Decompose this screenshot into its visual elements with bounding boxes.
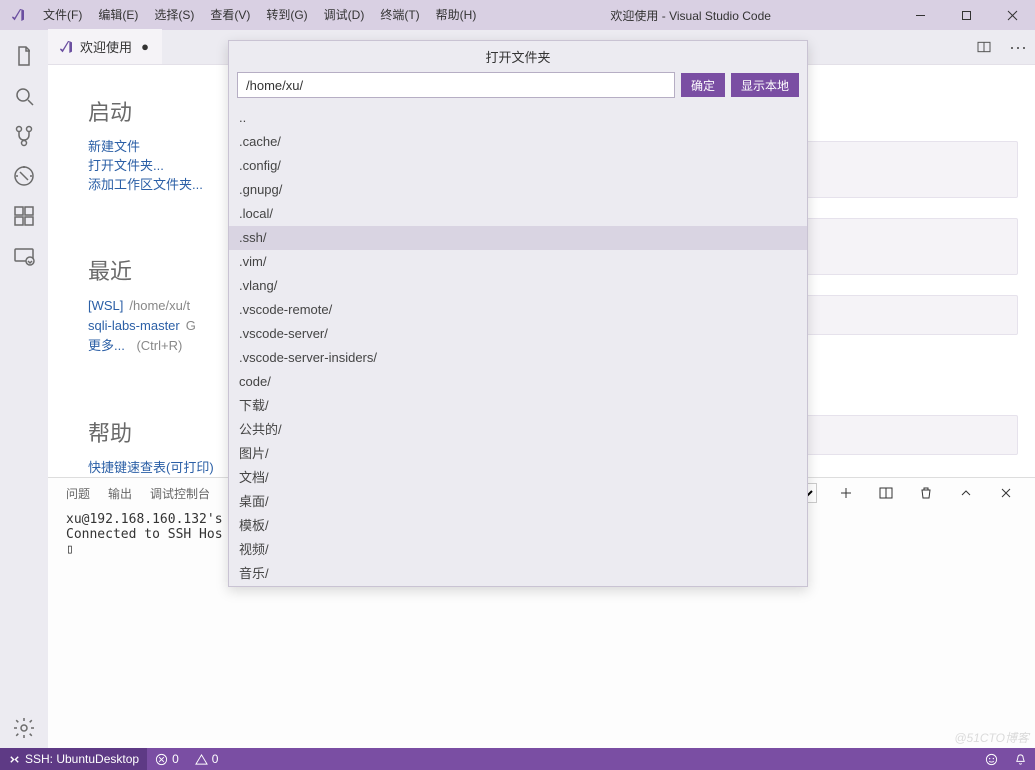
- panel-tab-debug-console[interactable]: 调试控制台: [150, 485, 210, 502]
- search-icon[interactable]: [0, 76, 48, 116]
- menu-go[interactable]: 转到(G): [258, 0, 315, 30]
- confirm-button[interactable]: 确定: [681, 73, 725, 97]
- open-folder-dialog: 打开文件夹 确定 显示本地 ...cache/.config/.gnupg/.l…: [228, 40, 808, 587]
- remote-indicator[interactable]: SSH: UbuntuDesktop: [0, 748, 147, 770]
- folder-item[interactable]: 下载/: [229, 394, 807, 418]
- tab-label: 欢迎使用: [80, 37, 132, 56]
- kill-terminal-icon[interactable]: [915, 482, 937, 504]
- source-control-icon[interactable]: [0, 116, 48, 156]
- folder-item[interactable]: 视频/: [229, 538, 807, 562]
- folder-item[interactable]: .vim/: [229, 250, 807, 274]
- panel-tab-output[interactable]: 输出: [108, 485, 132, 502]
- folder-item[interactable]: code/: [229, 370, 807, 394]
- folder-item[interactable]: .cache/: [229, 130, 807, 154]
- explorer-icon[interactable]: [0, 36, 48, 76]
- menu-help[interactable]: 帮助(H): [428, 0, 485, 30]
- folder-item[interactable]: .gnupg/: [229, 178, 807, 202]
- status-warnings[interactable]: 0: [187, 748, 227, 770]
- menu-view[interactable]: 查看(V): [202, 0, 258, 30]
- folder-item[interactable]: 模板/: [229, 514, 807, 538]
- editor-more-icon[interactable]: ···: [1001, 30, 1035, 64]
- tab-dirty-icon[interactable]: ●: [138, 40, 152, 54]
- split-terminal-icon[interactable]: [875, 482, 897, 504]
- folder-item[interactable]: .vscode-server/: [229, 322, 807, 346]
- panel-tab-problems[interactable]: 问题: [66, 485, 90, 502]
- show-local-button[interactable]: 显示本地: [731, 73, 799, 97]
- status-feedback-icon[interactable]: [977, 748, 1006, 770]
- folder-item[interactable]: 音乐/: [229, 562, 807, 586]
- folder-item[interactable]: .local/: [229, 202, 807, 226]
- folder-item[interactable]: 桌面/: [229, 490, 807, 514]
- activity-bar: [0, 30, 48, 748]
- window-maximize-button[interactable]: [943, 0, 989, 30]
- new-terminal-icon[interactable]: [835, 482, 857, 504]
- menu-file[interactable]: 文件(F): [35, 0, 90, 30]
- tab-welcome[interactable]: 欢迎使用 ●: [48, 29, 162, 64]
- window-close-button[interactable]: [989, 0, 1035, 30]
- menu-terminal[interactable]: 终端(T): [372, 0, 427, 30]
- menu-select[interactable]: 选择(S): [146, 0, 202, 30]
- folder-item[interactable]: ..: [229, 106, 807, 130]
- dialog-title: 打开文件夹: [229, 41, 807, 72]
- panel-maximize-icon[interactable]: [955, 482, 977, 504]
- recent-hint: (Ctrl+R): [136, 338, 182, 353]
- folder-path-input[interactable]: [237, 72, 675, 98]
- folder-item[interactable]: 图片/: [229, 442, 807, 466]
- folder-item[interactable]: .vscode-remote/: [229, 298, 807, 322]
- settings-gear-icon[interactable]: [0, 708, 48, 748]
- vscode-logo: [0, 7, 35, 23]
- status-bell-icon[interactable]: [1006, 748, 1035, 770]
- debug-icon[interactable]: [0, 156, 48, 196]
- status-bar: SSH: UbuntuDesktop 0 0: [0, 748, 1035, 770]
- status-errors[interactable]: 0: [147, 748, 187, 770]
- remote-explorer-icon[interactable]: [0, 236, 48, 276]
- watermark: @51CTO博客: [954, 729, 1029, 746]
- split-editor-icon[interactable]: [967, 30, 1001, 64]
- panel-close-icon[interactable]: [995, 482, 1017, 504]
- title-bar: 文件(F) 编辑(E) 选择(S) 查看(V) 转到(G) 调试(D) 终端(T…: [0, 0, 1035, 30]
- vscode-tab-icon: [58, 39, 74, 55]
- folder-item[interactable]: 公共的/: [229, 418, 807, 442]
- window-minimize-button[interactable]: [897, 0, 943, 30]
- folder-item[interactable]: 文档/: [229, 466, 807, 490]
- recent-more-link[interactable]: 更多...: [88, 338, 125, 353]
- folder-list: ...cache/.config/.gnupg/.local/.ssh/.vim…: [229, 106, 807, 586]
- menu-edit[interactable]: 编辑(E): [90, 0, 146, 30]
- menu-debug[interactable]: 调试(D): [316, 0, 373, 30]
- window-title: 欢迎使用 - Visual Studio Code: [484, 7, 897, 24]
- folder-item[interactable]: .config/: [229, 154, 807, 178]
- extensions-icon[interactable]: [0, 196, 48, 236]
- folder-item[interactable]: .ssh/: [229, 226, 807, 250]
- folder-item[interactable]: .vlang/: [229, 274, 807, 298]
- folder-item[interactable]: .vscode-server-insiders/: [229, 346, 807, 370]
